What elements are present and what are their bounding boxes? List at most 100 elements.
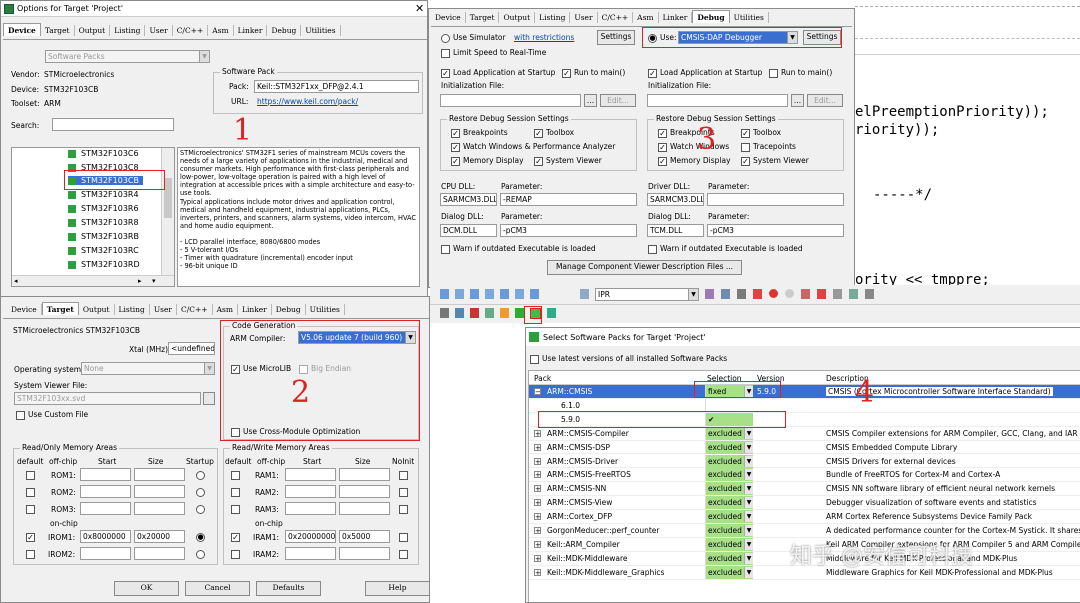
tab-cpp[interactable]: C/C++ — [173, 25, 209, 36]
device-item[interactable]: STM32F103RC — [68, 246, 139, 255]
pack-installer-icon[interactable] — [530, 308, 541, 319]
tab-utilities[interactable]: Utilities — [730, 12, 769, 23]
toolbar-icon[interactable] — [500, 289, 509, 299]
toolbar-icon[interactable] — [833, 289, 842, 299]
chevron-down-icon[interactable]: ▼ — [744, 386, 753, 397]
ro-default-checkbox[interactable] — [26, 505, 35, 514]
pack-selection-cell[interactable]: ▼ excluded — [705, 510, 753, 524]
tab-linker[interactable]: Linker — [238, 304, 272, 315]
toolbar-icon[interactable] — [817, 289, 826, 299]
tab-device[interactable]: Device — [7, 304, 42, 315]
irom2-start[interactable] — [80, 547, 131, 560]
pack-row[interactable]: ARM::Cortex_DFP + ▼ excluded ARM Cortex Refe… — [529, 510, 1080, 524]
toolbar-icon[interactable] — [801, 289, 810, 299]
tab-listing[interactable]: Listing — [535, 12, 571, 23]
driver-param-input[interactable] — [707, 193, 844, 206]
load-app-checkbox-left[interactable]: ✓ Load Application at Startup — [441, 68, 555, 78]
rom1-startup-radio[interactable] — [196, 471, 205, 480]
device-item[interactable]: STM32F103RD — [68, 260, 140, 269]
defaults-button[interactable]: Defaults — [256, 581, 321, 596]
pack-row[interactable]: ARM::CMSIS-Compiler + ▼ excluded CMSIS Compi… — [529, 426, 1080, 441]
tab-user[interactable]: User — [570, 12, 598, 23]
use-latest-checkbox[interactable]: Use latest versions of all installed Sof… — [530, 354, 727, 364]
toolbar-icon[interactable] — [500, 308, 509, 318]
tab-debug[interactable]: Debug — [272, 304, 306, 315]
iram2-size[interactable] — [339, 547, 390, 560]
tab-listing[interactable]: Listing — [115, 304, 150, 315]
rom3-startup-radio[interactable] — [196, 505, 205, 514]
warn-checkbox-right[interactable]: Warn if outdated Executable is loaded — [648, 244, 803, 254]
tab-utilities[interactable]: Utilities — [301, 25, 341, 36]
ro-default-checkbox[interactable] — [26, 471, 35, 480]
tab-user[interactable]: User — [145, 25, 173, 36]
chevron-down-icon[interactable]: ▼ — [744, 538, 753, 550]
iram1-default-checkbox[interactable]: ✓ — [231, 533, 240, 542]
dialog-param-input-left[interactable]: -pCM3 — [500, 224, 637, 237]
rom1-start[interactable] — [80, 468, 131, 481]
rom2-size[interactable] — [134, 485, 185, 498]
tracepoints-checkbox[interactable]: Tracepoints — [741, 142, 796, 152]
init-file-input-left[interactable] — [440, 94, 581, 107]
toolbar-icon[interactable] — [455, 289, 464, 299]
toolbar-icon[interactable] — [455, 308, 464, 318]
ram1-noinit-checkbox[interactable] — [399, 471, 408, 480]
load-app-checkbox-right[interactable]: ✓ Load Application at Startup — [648, 68, 762, 78]
iram2-start[interactable] — [285, 547, 336, 560]
dialog-param-input-right[interactable]: -pCM3 — [707, 224, 844, 237]
use-debugger-radio[interactable]: ● Use: — [648, 33, 677, 43]
run-main-checkbox-right[interactable]: Run to main() — [769, 68, 832, 78]
ram3-noinit-checkbox[interactable] — [399, 505, 408, 514]
expand-icon[interactable]: + — [534, 499, 541, 507]
cpu-dll-input[interactable]: SARMCM3.DLL — [440, 193, 497, 206]
toolbar-icon[interactable] — [470, 289, 479, 299]
memory-checkbox-left[interactable]: ✓ Memory Display — [451, 156, 524, 166]
tab-debug[interactable]: Debug — [692, 10, 730, 23]
tab-target[interactable]: Target — [466, 12, 500, 23]
tree-hscrollbar[interactable]: ◂ ▸ ▾ — [12, 275, 174, 286]
tab-asm[interactable]: Asm — [213, 304, 238, 315]
with-restrictions-link[interactable]: with restrictions — [514, 33, 574, 42]
close-icon[interactable]: ✕ — [415, 2, 424, 15]
rw-default-checkbox[interactable] — [231, 488, 240, 497]
tab-target[interactable]: Target — [41, 25, 75, 36]
toolbar-icon[interactable] — [737, 289, 746, 299]
pack-selection-cell[interactable]: ▼ excluded — [705, 524, 753, 537]
rw-default-checkbox[interactable] — [231, 505, 240, 514]
chevron-down-icon[interactable]: ▼ — [744, 566, 753, 578]
ram1-start[interactable] — [285, 468, 336, 481]
driver-dll-input[interactable]: SARMCM3.DLL — [647, 193, 704, 206]
expand-icon[interactable]: + — [534, 471, 541, 479]
tab-asm[interactable]: Asm — [208, 25, 234, 36]
ro-default-checkbox[interactable] — [26, 488, 35, 497]
init-file-edit-left[interactable]: Edit... — [600, 94, 636, 107]
toolbar-icon[interactable] — [530, 289, 539, 299]
search-input[interactable] — [52, 118, 174, 131]
chevron-down-icon[interactable]: ▼ — [744, 469, 753, 481]
ram2-size[interactable] — [339, 485, 390, 498]
irom1-size[interactable]: 0x20000 — [134, 530, 185, 543]
toolbox-checkbox-right[interactable]: ✓ Toolbox — [741, 128, 781, 138]
ram3-start[interactable] — [285, 502, 336, 515]
svf-input[interactable]: STM32F103xx.svd — [14, 392, 201, 405]
rw-default-checkbox[interactable] — [231, 471, 240, 480]
toolbar-icon[interactable] — [485, 308, 494, 318]
tab-asm[interactable]: Asm — [633, 12, 659, 23]
expand-icon[interactable]: + — [534, 485, 541, 493]
rom2-startup-radio[interactable] — [196, 488, 205, 497]
use-simulator-radio[interactable]: Use Simulator — [441, 33, 506, 43]
pack-selection-cell[interactable]: ▼ excluded — [705, 551, 753, 565]
wrench-icon[interactable] — [865, 289, 874, 299]
toolbar-icon[interactable] — [753, 289, 762, 299]
ram3-size[interactable] — [339, 502, 390, 515]
pack-row[interactable]: ARM::CMSIS-Driver + ▼ excluded CMSIS Drivers… — [529, 454, 1080, 469]
stop-icon[interactable] — [769, 289, 778, 298]
debugger-select[interactable]: CMSIS-DAP Debugger ▼ — [678, 31, 798, 44]
cross-module-checkbox[interactable]: Use Cross-Module Optimization — [231, 427, 360, 437]
init-file-browse-left[interactable]: ... — [584, 94, 597, 107]
irom2-startup-radio[interactable] — [196, 550, 205, 559]
warn-checkbox-left[interactable]: Warn if outdated Executable is loaded — [441, 244, 596, 254]
device-item-selected[interactable]: STM32F103CB — [68, 176, 143, 185]
pack-selection-cell[interactable]: ▼ excluded — [705, 426, 753, 440]
pack-row[interactable]: GorgonMeducer::perf_counter + ▼ excluded A d… — [529, 524, 1080, 538]
watch-checkbox-right[interactable]: ✓ Watch Windows — [658, 142, 729, 152]
